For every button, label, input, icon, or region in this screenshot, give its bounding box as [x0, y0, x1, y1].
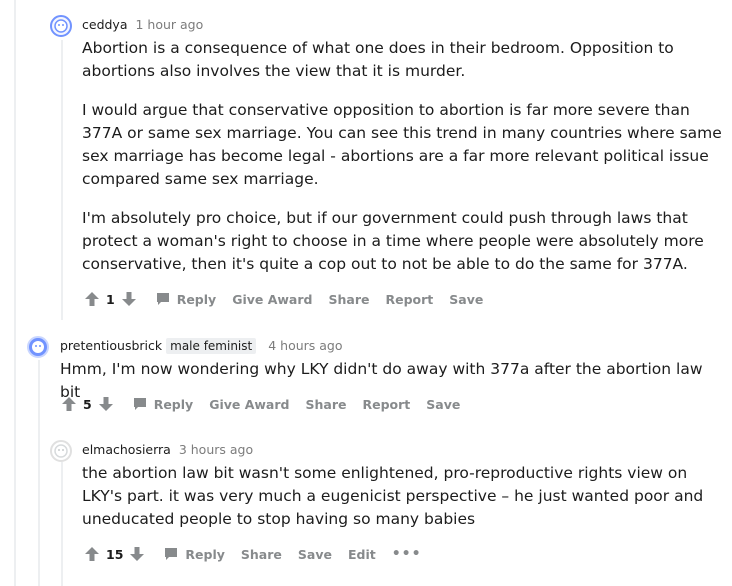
author-name[interactable]: pretentiousbrick — [60, 338, 162, 353]
save-button[interactable]: Save — [426, 397, 460, 412]
thread-line-pretentiousbrick[interactable] — [38, 360, 40, 586]
thread-line-elmachosierra[interactable] — [61, 462, 63, 586]
avatar[interactable] — [27, 336, 49, 358]
reply-label: Reply — [153, 396, 194, 412]
comment-paragraph: I'm absolutely pro choice, but if our go… — [82, 209, 704, 273]
comment-paragraph: I would argue that conservative oppositi… — [82, 101, 722, 188]
author-name[interactable]: ceddya — [82, 17, 128, 32]
downvote-arrow-icon[interactable] — [121, 291, 137, 307]
give-award-button[interactable]: Give Award — [232, 292, 312, 307]
reply-button[interactable]: Reply — [155, 291, 216, 307]
vote-score: 5 — [83, 396, 92, 412]
timestamp[interactable]: 1 hour ago — [135, 17, 203, 32]
reply-button[interactable]: Reply — [132, 396, 193, 412]
report-button[interactable]: Report — [362, 397, 410, 412]
comment-bubble-icon — [133, 398, 146, 410]
comment-actions: 15 Reply Share Save Edit ••• — [84, 544, 422, 564]
comment-bubble-icon — [165, 548, 178, 560]
reply-label: Reply — [185, 546, 225, 562]
reply-button[interactable]: Reply — [163, 546, 225, 562]
thread-line-ceddya[interactable] — [61, 40, 63, 320]
vote-controls: 5 — [61, 396, 114, 412]
avatar[interactable] — [50, 440, 72, 462]
author-name[interactable]: elmachosierra — [82, 442, 171, 457]
more-options-icon[interactable]: ••• — [392, 546, 422, 562]
comment-meta: ceddya 1 hour ago — [82, 17, 203, 33]
share-button[interactable]: Share — [241, 547, 282, 562]
user-avatar-icon — [54, 19, 68, 33]
comment-paragraph: Abortion is a consequence of what one do… — [82, 39, 674, 80]
upvote-arrow-icon[interactable] — [61, 396, 77, 412]
save-button[interactable]: Save — [298, 547, 332, 562]
vote-controls: 15 — [84, 546, 145, 562]
vote-controls: 1 — [84, 291, 137, 307]
downvote-arrow-icon[interactable] — [98, 396, 114, 412]
save-button[interactable]: Save — [449, 292, 483, 307]
comment-body: Abortion is a consequence of what one do… — [82, 37, 722, 276]
reply-label: Reply — [176, 291, 217, 307]
comment-meta: elmachosierra 3 hours ago — [82, 442, 253, 458]
comment-body: the abortion law bit wasn't some enlight… — [82, 462, 722, 531]
comment-actions: 5 Reply Give Award Share Report Save — [61, 394, 460, 414]
give-award-button[interactable]: Give Award — [209, 397, 289, 412]
timestamp[interactable]: 4 hours ago — [268, 338, 342, 353]
share-button[interactable]: Share — [305, 397, 346, 412]
share-button[interactable]: Share — [328, 292, 369, 307]
comment-meta: pretentiousbrick male feminist 4 hours ag… — [60, 338, 343, 354]
upvote-arrow-icon[interactable] — [84, 546, 100, 562]
comment-actions: 1 Reply Give Award Share Report Save — [84, 289, 483, 309]
vote-score: 15 — [106, 546, 124, 562]
upvote-arrow-icon[interactable] — [84, 291, 100, 307]
vote-score: 1 — [106, 291, 115, 307]
thread-line-outer[interactable] — [14, 0, 16, 586]
comment-bubble-icon — [156, 293, 169, 305]
user-avatar-icon — [54, 444, 68, 458]
comment-paragraph: the abortion law bit wasn't some enlight… — [82, 464, 704, 528]
timestamp[interactable]: 3 hours ago — [179, 442, 253, 457]
edit-button[interactable]: Edit — [348, 547, 376, 562]
user-avatar-icon — [32, 341, 44, 353]
report-button[interactable]: Report — [385, 292, 433, 307]
avatar[interactable] — [50, 15, 72, 37]
downvote-arrow-icon[interactable] — [129, 546, 145, 562]
user-flair: male feminist — [166, 338, 257, 354]
